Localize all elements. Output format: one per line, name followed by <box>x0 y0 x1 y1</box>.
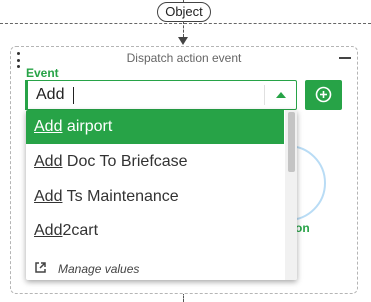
option-match-text: Add <box>34 118 63 135</box>
manage-values-link[interactable]: Manage values <box>26 258 284 280</box>
option-match-text: Add <box>34 188 63 205</box>
event-combobox[interactable] <box>25 80 297 110</box>
option-rest-text: Doc To Briefcase <box>62 153 188 170</box>
option-rest-text: Ts Maintenance <box>62 188 179 205</box>
option-match-text: Add <box>34 222 63 239</box>
chevron-up-icon[interactable] <box>276 92 286 98</box>
option-match-text: Add <box>34 153 63 170</box>
text-cursor <box>73 87 74 104</box>
plus-circle-icon <box>315 86 332 103</box>
option-add2cart[interactable]: Add2cart <box>26 214 284 248</box>
external-link-icon <box>35 262 46 273</box>
dropdown-scrollbar[interactable] <box>285 110 297 280</box>
combo-separator <box>264 85 265 105</box>
option-rest-text: 2cart <box>62 222 99 239</box>
add-event-button[interactable] <box>305 80 342 110</box>
option-add-doc-to-briefcase[interactable]: Add Doc To Briefcase <box>26 145 284 179</box>
background-partial-label: on <box>295 221 310 235</box>
card-title: Dispatch action event <box>126 51 242 65</box>
lane-divider <box>0 23 371 24</box>
event-options-dropdown[interactable]: Add airport Add Doc To Briefcase Add Ts … <box>26 110 297 280</box>
option-rest-text: airport <box>62 118 113 135</box>
connector-arrow-icon <box>178 37 188 45</box>
scrollbar-thumb[interactable] <box>288 112 295 172</box>
event-field-label: Event <box>26 66 59 80</box>
minimize-icon[interactable] <box>339 57 351 59</box>
event-search-input[interactable] <box>36 84 256 106</box>
object-port-label[interactable]: Object <box>157 2 211 22</box>
manage-values-label: Manage values <box>58 262 140 276</box>
focus-accent <box>25 80 28 110</box>
option-add-ts-maintenance[interactable]: Add Ts Maintenance <box>26 180 284 214</box>
option-add-airport[interactable]: Add airport <box>26 110 284 144</box>
